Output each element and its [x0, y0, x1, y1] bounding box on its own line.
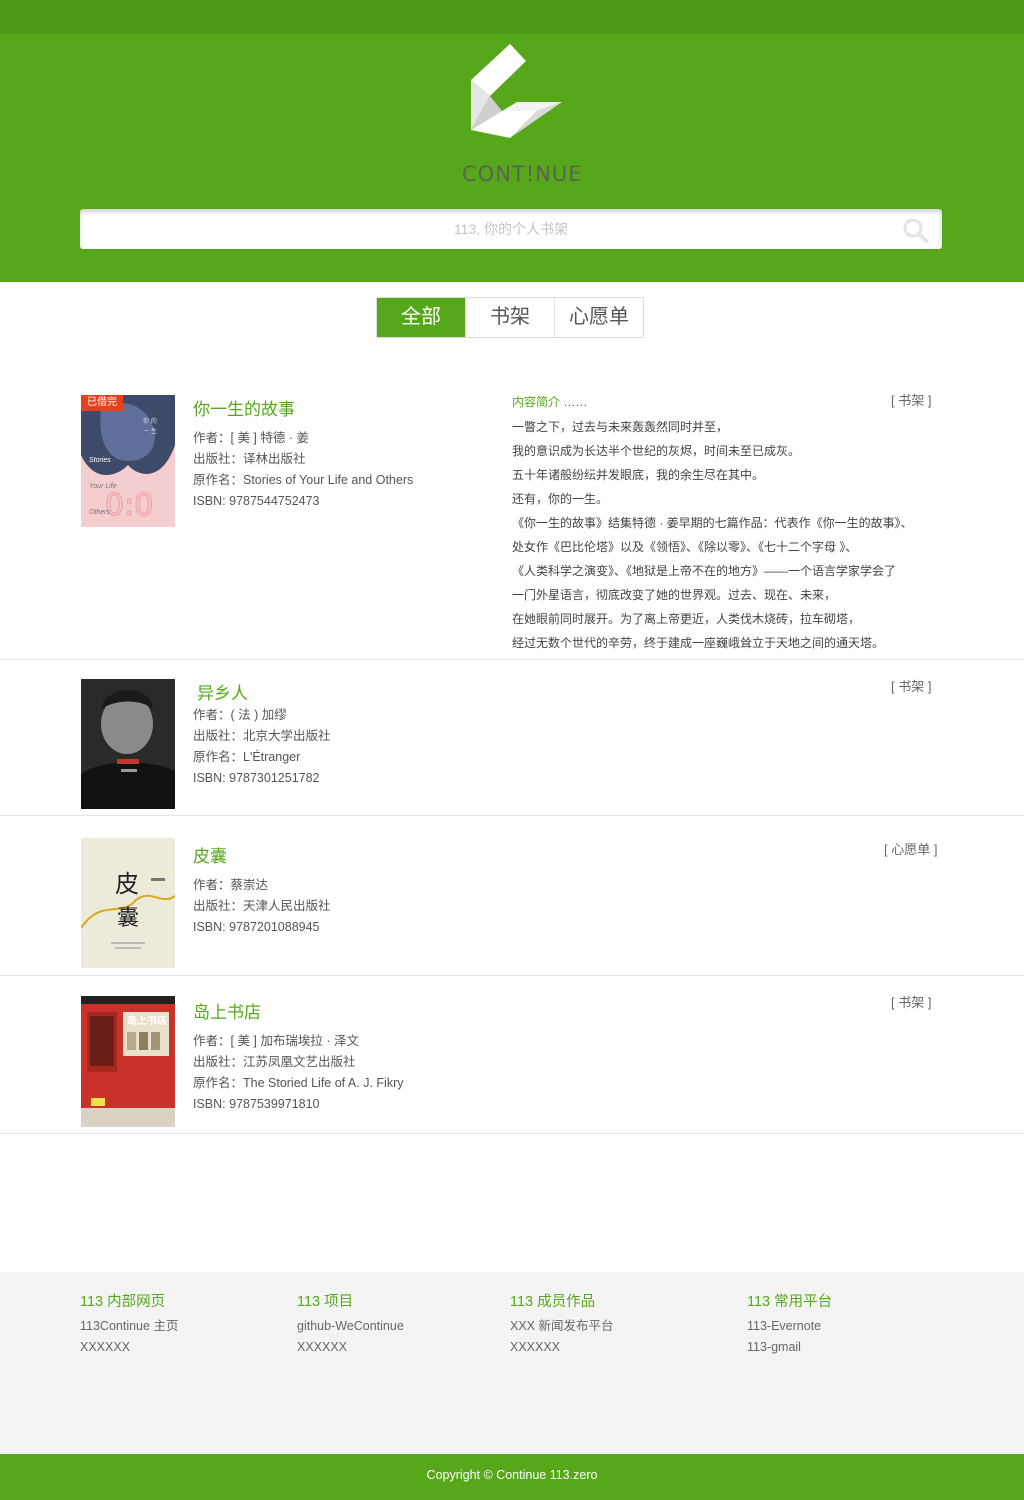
book-cover[interactable]	[81, 679, 175, 809]
book-item: 岛上书店 岛上书店 作者：[ 美 ] 加布瑞埃拉 · 泽文 出版社：江苏凤凰文艺…	[0, 976, 1024, 1134]
cover-text: 囊	[117, 906, 140, 931]
book-publisher: 出版社：江苏凤凰文艺出版社	[193, 1055, 356, 1069]
description-line: 经过无数个世代的辛劳，终于建成一座巍峨耸立于天地之间的通天塔。	[512, 636, 885, 650]
footer-heading: 113 常用平台	[747, 1294, 833, 1310]
tab-bookshelf[interactable]: 书架	[466, 298, 555, 337]
book-cover[interactable]: 岛上书店	[81, 996, 175, 1127]
description-line: 五十年诸般纷纭并发眼底，我的余生尽在其中。	[512, 468, 765, 482]
book-publisher: 出版社：北京大学出版社	[193, 729, 331, 743]
tab-all[interactable]: 全部	[377, 298, 466, 337]
tab-wishlist[interactable]: 心愿单	[555, 298, 643, 337]
description-line: 《你一生的故事》结集特德 · 姜早期的七篇作品：代表作《你一生的故事》、	[512, 516, 913, 530]
footer-heading: 113 项目	[297, 1294, 354, 1310]
unavailable-badge: 已借完	[81, 395, 123, 411]
book-author: 作者：[ 美 ] 特德 · 姜	[193, 431, 309, 445]
book-isbn: ISBN: 9787544752473	[193, 494, 320, 508]
footer-heading: 113 成员作品	[510, 1294, 596, 1310]
book-title[interactable]: 皮囊	[193, 842, 331, 867]
book-item: 皮 囊 皮囊 作者：蔡崇达 出版社：天津人民出版社 ISBN: 97872010…	[0, 816, 1024, 976]
book-description: 内容简介 …… 一瞥之下，过去与未来轰轰然同时并至， 我的意识成为长达半个世纪的…	[512, 394, 913, 655]
top-bar	[0, 0, 1024, 34]
book-item: 异乡人 作者：( 法 ) 加缪 出版社：北京大学出版社 原作名：L'Étrang…	[0, 660, 1024, 816]
cover-text: Others	[89, 509, 111, 516]
description-line: 《人类科学之演变》、《地狱是上帝不在的地方》——一个语言学家学会了	[512, 564, 897, 578]
copyright: Copyright © Continue 113.zero	[0, 1454, 1024, 1500]
footer-link[interactable]: XXX 新闻发布平台	[510, 1316, 614, 1337]
book-info: 岛上书店 作者：[ 美 ] 加布瑞埃拉 · 泽文 出版社：江苏凤凰文艺出版社 原…	[193, 998, 403, 1115]
logo-text: CONT!NUE	[462, 162, 583, 186]
book-info: 作者：( 法 ) 加缪 出版社：北京大学出版社 原作名：L'Étranger I…	[193, 705, 331, 789]
book-publisher: 出版社：天津人民出版社	[193, 899, 331, 913]
footer-link[interactable]: 113-Evernote	[747, 1316, 832, 1337]
book-original-title: 原作名：The Storied Life of A. J. Fikry	[193, 1076, 404, 1090]
header: CONT!NUE	[0, 34, 1024, 282]
description-line: 还有，你的一生。	[512, 492, 609, 506]
site-logo[interactable]: CONT!NUE	[462, 44, 583, 186]
filter-tabs: 全部 书架 心愿单	[376, 297, 644, 338]
book-cover[interactable]: 你 的 一 生 0:0 Stories Your Life Others 已借完	[81, 395, 175, 527]
footer-link[interactable]: 113Continue 主页	[80, 1316, 178, 1337]
description-line: 一瞥之下，过去与未来轰轰然同时并至，	[512, 420, 729, 434]
description-label: 内容简介 ……	[512, 395, 588, 409]
shelf-tag[interactable]: [ 书架 ]	[891, 676, 931, 695]
book-author: 作者：( 法 ) 加缪	[193, 708, 287, 722]
book-cover[interactable]: 皮 囊	[81, 838, 175, 968]
book-info: 皮囊 作者：蔡崇达 出版社：天津人民出版社 ISBN: 978720108894…	[193, 842, 331, 938]
search-input[interactable]	[80, 209, 942, 249]
book-item: 你 的 一 生 0:0 Stories Your Life Others 已借完…	[0, 380, 1024, 660]
cover-text: Your Life	[89, 483, 117, 490]
book-info: 你一生的故事 作者：[ 美 ] 特德 · 姜 出版社：译林出版社 原作名：Sto…	[193, 395, 413, 512]
footer-column: 113 常用平台 113-Evernote 113-gmail	[747, 1290, 832, 1358]
book-isbn: ISBN: 9787539971810	[193, 1097, 320, 1111]
book-author: 作者：蔡崇达	[193, 878, 269, 892]
search-bar[interactable]	[80, 209, 942, 249]
svg-text:0:0: 0:0	[105, 488, 153, 523]
description-line: 处女作《巴比伦塔》以及《领悟》、《除以零》、《七十二个字母 》、	[512, 540, 858, 554]
footer: 113 内部网页 113Continue 主页 XXXXXX 113 项目 gi…	[0, 1272, 1024, 1454]
book-title[interactable]: 你一生的故事	[193, 395, 413, 420]
description-line: 一门外星语言，彻底改变了她的世界观。过去、现在、未来，	[512, 588, 837, 602]
cover-text: 皮	[115, 870, 139, 898]
wishlist-tag[interactable]: [ 心愿单 ]	[884, 839, 937, 858]
book-author: 作者：[ 美 ] 加布瑞埃拉 · 泽文	[193, 1034, 359, 1048]
cover-text: Stories	[89, 457, 111, 464]
footer-column: 113 项目 github-WeContinue XXXXXX	[297, 1290, 404, 1358]
footer-column: 113 成员作品 XXX 新闻发布平台 XXXXXX	[510, 1290, 614, 1358]
book-title[interactable]: 异乡人	[197, 679, 248, 704]
continue-logo-icon	[471, 44, 562, 138]
footer-link[interactable]: XXXXXX	[80, 1337, 178, 1358]
book-original-title: 原作名：Stories of Your Life and Others	[193, 473, 414, 487]
search-icon[interactable]	[902, 217, 928, 243]
book-isbn: ISBN: 9787201088945	[193, 920, 320, 934]
svg-text:一 生: 一 生	[143, 427, 157, 435]
svg-text:你 的: 你 的	[143, 417, 157, 425]
cover-text: 岛上书店	[127, 1016, 167, 1027]
shelf-tag[interactable]: [ 书架 ]	[891, 992, 931, 1011]
book-original-title: 原作名：L'Étranger	[193, 750, 301, 764]
footer-link[interactable]: XXXXXX	[510, 1337, 614, 1358]
footer-heading: 113 内部网页	[80, 1294, 166, 1310]
book-publisher: 出版社：译林出版社	[193, 452, 306, 466]
footer-link[interactable]: 113-gmail	[747, 1337, 832, 1358]
book-title[interactable]: 岛上书店	[193, 998, 403, 1023]
description-line: 我的意识成为长达半个世纪的灰烬，时间未至已成灰。	[512, 444, 801, 458]
book-isbn: ISBN: 9787301251782	[193, 771, 320, 785]
shelf-tag[interactable]: [ 书架 ]	[891, 390, 931, 409]
footer-link[interactable]: github-WeContinue	[297, 1316, 404, 1337]
footer-link[interactable]: XXXXXX	[297, 1337, 404, 1358]
description-line: 在她眼前同时展开。为了离上帝更近，人类伐木烧砖，拉车砌塔，	[512, 612, 861, 626]
footer-column: 113 内部网页 113Continue 主页 XXXXXX	[80, 1290, 178, 1358]
